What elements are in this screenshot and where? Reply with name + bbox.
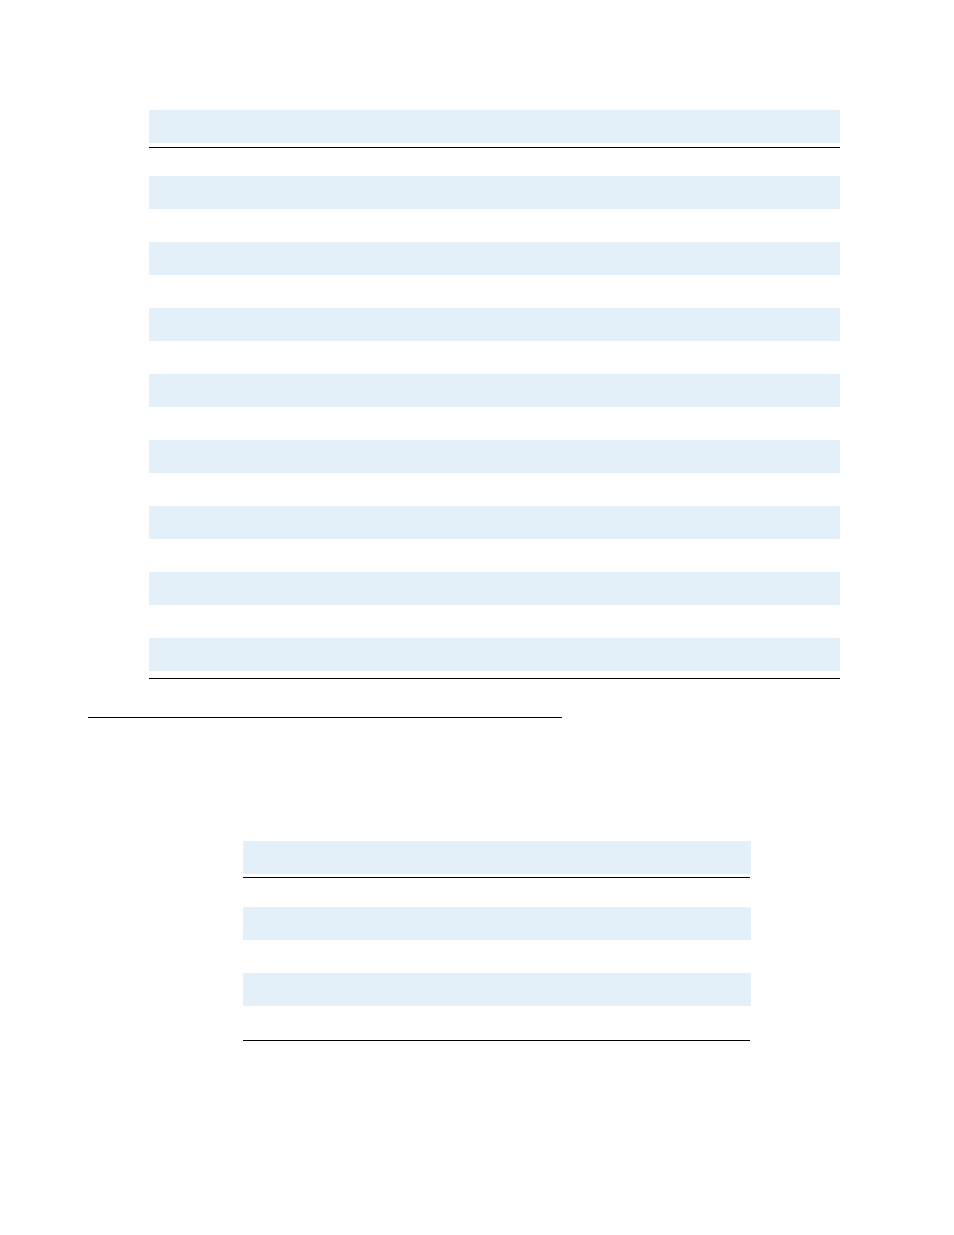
table-row xyxy=(243,1006,751,1039)
table-row xyxy=(149,605,840,638)
table-row xyxy=(149,407,840,440)
table-row xyxy=(149,374,840,407)
table-row xyxy=(149,473,840,506)
table-1 xyxy=(149,110,840,671)
table-row xyxy=(149,242,840,275)
table-1-header-row xyxy=(149,110,840,143)
table-row xyxy=(149,308,840,341)
table-row xyxy=(149,539,840,572)
table-1-bottom-border xyxy=(149,678,840,679)
table-row xyxy=(149,638,840,671)
separator-line xyxy=(88,717,562,718)
table-row xyxy=(149,275,840,308)
table-2-header-row xyxy=(243,841,751,874)
table-2-header-border xyxy=(243,877,750,878)
table-row xyxy=(149,209,840,242)
table-row xyxy=(243,973,751,1006)
table-row xyxy=(243,907,751,940)
table-row xyxy=(149,341,840,374)
table-1-header-border xyxy=(149,147,840,148)
table-row xyxy=(149,506,840,539)
table-row xyxy=(149,572,840,605)
document-page xyxy=(0,0,954,1235)
table-row xyxy=(149,176,840,209)
table-row xyxy=(149,440,840,473)
table-2 xyxy=(243,841,751,1039)
table-row xyxy=(243,940,751,973)
table-row xyxy=(243,874,751,907)
table-2-bottom-border xyxy=(243,1040,750,1041)
